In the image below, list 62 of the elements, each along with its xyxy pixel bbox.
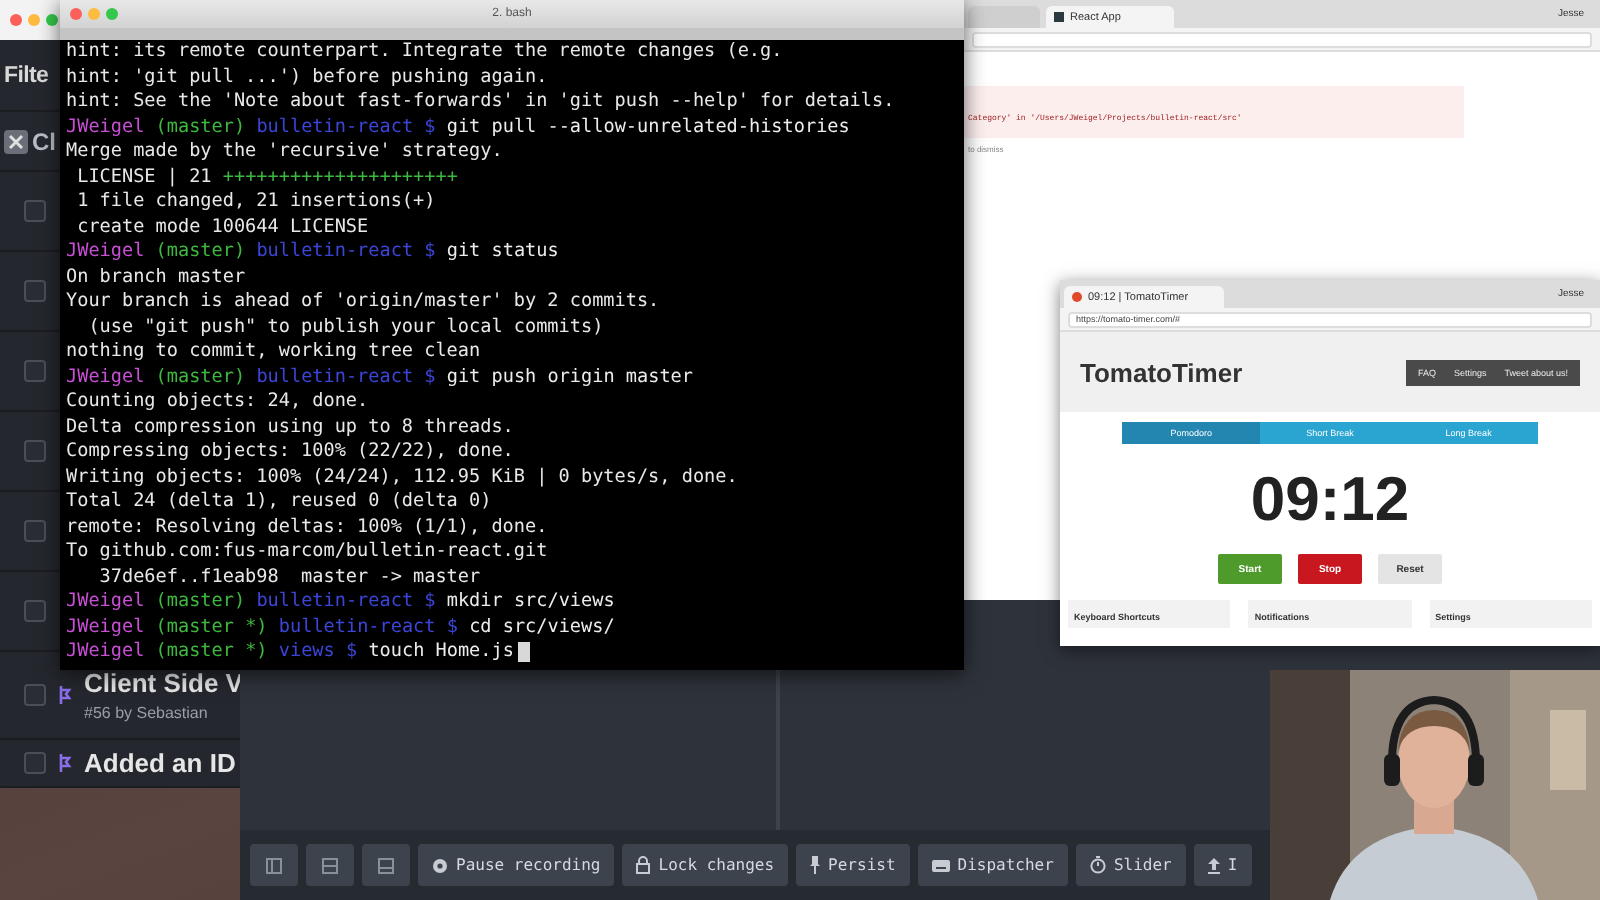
row-checkbox[interactable] bbox=[24, 360, 46, 382]
terminal-line: remote: Resolving deltas: 100% (1/1), done. bbox=[66, 515, 550, 540]
layout-button[interactable] bbox=[250, 844, 298, 886]
toolbar-button[interactable]: Dispatcher bbox=[917, 844, 1068, 886]
terminal-line: Merge made by the 'recursive' strategy. bbox=[66, 140, 505, 165]
terminal-line: Total 24 (delta 1), reused 0 (delta 0) bbox=[66, 490, 494, 515]
layout-button[interactable] bbox=[362, 844, 410, 886]
pull-request-meta: #56 by Sebastian bbox=[84, 704, 210, 722]
row-checkbox[interactable] bbox=[24, 520, 46, 542]
row-checkbox[interactable] bbox=[24, 600, 46, 622]
terminal-line: JWeigel (master) bulletin-react $ git status bbox=[66, 240, 561, 265]
row-checkbox[interactable] bbox=[24, 440, 46, 462]
keyboard-icon bbox=[931, 859, 950, 871]
lock-icon bbox=[636, 856, 651, 874]
layout-icon bbox=[378, 857, 394, 873]
terminal-line: JWeigel (master *) bulletin-react $ cd src/views/ bbox=[66, 615, 617, 640]
browser-tab[interactable] bbox=[968, 6, 1040, 28]
terminal-line: hint: its remote counterpart. Integrate the remote changes (e.g. bbox=[66, 40, 785, 65]
toolbar-button[interactable]: Persist bbox=[796, 844, 910, 886]
terminal-line: Compressing objects: 100% (22/22), done. bbox=[66, 440, 516, 465]
terminal-line: hint: See the 'Note about fast-forwards' in 'git push --help' for details. bbox=[66, 90, 897, 115]
terminal-line: hint: 'git pull ...') before pushing again. bbox=[66, 65, 550, 90]
pin-icon bbox=[810, 856, 821, 874]
row-checkbox[interactable] bbox=[24, 280, 46, 302]
timer-display: 09:12 bbox=[1248, 464, 1412, 536]
record-icon bbox=[432, 857, 448, 873]
row-checkbox[interactable] bbox=[24, 752, 46, 774]
terminal-line: JWeigel (master) bulletin-react $ git pull --allow-unrelated-histories bbox=[66, 115, 852, 140]
address-field[interactable] bbox=[972, 31, 1592, 47]
terminal-line: Writing objects: 100% (24/24), 112.95 KiB | 0 bytes/s, done. bbox=[66, 465, 740, 490]
terminal-line: nothing to commit, working tree clean bbox=[66, 340, 483, 365]
row-checkbox[interactable] bbox=[24, 684, 46, 706]
terminal-line: Counting objects: 24, done. bbox=[66, 390, 371, 415]
terminal-line: Delta compression using up to 8 threads. bbox=[66, 415, 516, 440]
toolbar-button[interactable]: Lock changes bbox=[622, 844, 789, 886]
layout-icon bbox=[322, 857, 338, 873]
terminal-line: 37de6ef..f1eab98 master -> master bbox=[97, 565, 483, 590]
tomato-icon bbox=[1072, 292, 1082, 302]
terminal-line: (use "git push" to publish your local commits) bbox=[86, 315, 606, 340]
row-checkbox[interactable] bbox=[24, 200, 46, 222]
clear-filter-button[interactable] bbox=[4, 129, 28, 153]
terminal-line: LICENSE | 21 +++++++++++++++++++++ bbox=[75, 165, 460, 190]
terminal-line: JWeigel (master) bulletin-react $ mkdir src/views bbox=[66, 590, 617, 615]
terminal-line: JWeigel (master *) views $ touch Home.js bbox=[66, 640, 958, 665]
filter-chip-label: Cl bbox=[32, 127, 56, 155]
site-logo: TomatoTimer bbox=[1080, 357, 1243, 387]
terminal-line: On branch master bbox=[66, 265, 248, 290]
terminal-line: To github.com:fus-marcom/bulletin-react.git bbox=[66, 540, 550, 565]
terminal-line: 1 file changed, 21 insertions(+) bbox=[75, 190, 438, 215]
toolbar-button[interactable]: I bbox=[1193, 844, 1252, 886]
pull-request-title[interactable]: Added an ID bbox=[84, 748, 236, 778]
layout-icon bbox=[266, 857, 282, 873]
react-icon bbox=[1054, 12, 1064, 22]
upload-icon bbox=[1207, 857, 1220, 873]
filter-label: Filte bbox=[4, 63, 49, 87]
toolbar-button[interactable]: Pause recording bbox=[418, 844, 615, 886]
toolbar-button[interactable]: Slider bbox=[1075, 844, 1186, 886]
terminal-line: create mode 100644 LICENSE bbox=[75, 215, 371, 240]
terminal-line: JWeigel (master) bulletin-react $ git push origin master bbox=[66, 365, 695, 390]
stopwatch-icon bbox=[1089, 856, 1106, 874]
layout-button[interactable] bbox=[306, 844, 354, 886]
terminal-line: Your branch is ahead of 'origin/master' by 2 commits. bbox=[66, 290, 662, 315]
